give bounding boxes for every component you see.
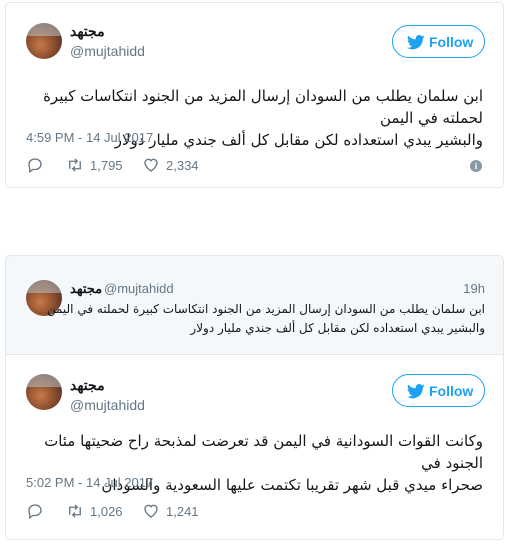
- quoted-tweet[interactable]: مجتهد @mujtahidd 19h ابن سلمان يطلب من ا…: [6, 256, 503, 355]
- info-icon[interactable]: i: [470, 160, 482, 172]
- reply-icon: [28, 158, 42, 174]
- follow-button[interactable]: Follow: [392, 374, 485, 407]
- reply-icon: [28, 504, 42, 520]
- quoted-text-line: والبشير يبدي استعداده لكن مقابل كل ألف ج…: [190, 321, 485, 335]
- like-icon: [144, 504, 158, 518]
- retweet-icon: [69, 158, 81, 172]
- follow-button[interactable]: Follow: [392, 25, 485, 58]
- tweet-card-2: مجتهد @mujtahidd 19h ابن سلمان يطلب من ا…: [5, 255, 504, 540]
- user-handle[interactable]: @mujtahidd: [70, 43, 145, 59]
- retweet-button[interactable]: 1,026: [66, 502, 123, 520]
- retweet-count: 1,026: [90, 503, 123, 519]
- twitter-bird-icon: [407, 384, 425, 399]
- tweet-text-line: ابن سلمان يطلب من السودان إرسال المزيد م…: [43, 87, 483, 127]
- avatar[interactable]: [26, 374, 62, 410]
- follow-label: Follow: [429, 34, 474, 50]
- display-name[interactable]: مجتهد: [70, 23, 105, 40]
- quoted-age[interactable]: 19h: [463, 281, 485, 296]
- like-count: 1,241: [166, 503, 199, 519]
- timestamp[interactable]: 5:02 PM - 14 Jul 2017: [26, 475, 153, 490]
- quoted-handle[interactable]: @mujtahidd: [104, 281, 174, 296]
- reply-button[interactable]: [26, 502, 44, 520]
- like-button[interactable]: 1,241: [142, 502, 199, 520]
- like-button[interactable]: 2,334: [142, 156, 199, 174]
- like-count: 2,334: [166, 157, 199, 173]
- timestamp[interactable]: 4:59 PM - 14 Jul 2017: [26, 130, 153, 145]
- display-name[interactable]: مجتهد: [70, 377, 105, 394]
- retweet-icon: [69, 504, 81, 518]
- avatar[interactable]: [26, 23, 62, 59]
- follow-label: Follow: [429, 383, 474, 399]
- user-handle[interactable]: @mujtahidd: [70, 397, 145, 413]
- tweet-text-line: وكانت القوات السودانية في اليمن قد تعرضت…: [44, 432, 483, 472]
- like-icon: [144, 158, 158, 172]
- twitter-bird-icon: [407, 35, 425, 50]
- retweet-count: 1,795: [90, 157, 123, 173]
- quoted-text: ابن سلمان يطلب من السودان إرسال المزيد م…: [15, 300, 485, 338]
- tweet-card-1: مجتهد @mujtahidd Follow ابن سلمان يطلب م…: [5, 2, 504, 188]
- quoted-display-name[interactable]: مجتهد: [70, 281, 102, 297]
- retweet-button[interactable]: 1,795: [66, 156, 123, 174]
- quoted-text-line: ابن سلمان يطلب من السودان إرسال المزيد م…: [46, 302, 485, 316]
- reply-button[interactable]: [26, 156, 44, 174]
